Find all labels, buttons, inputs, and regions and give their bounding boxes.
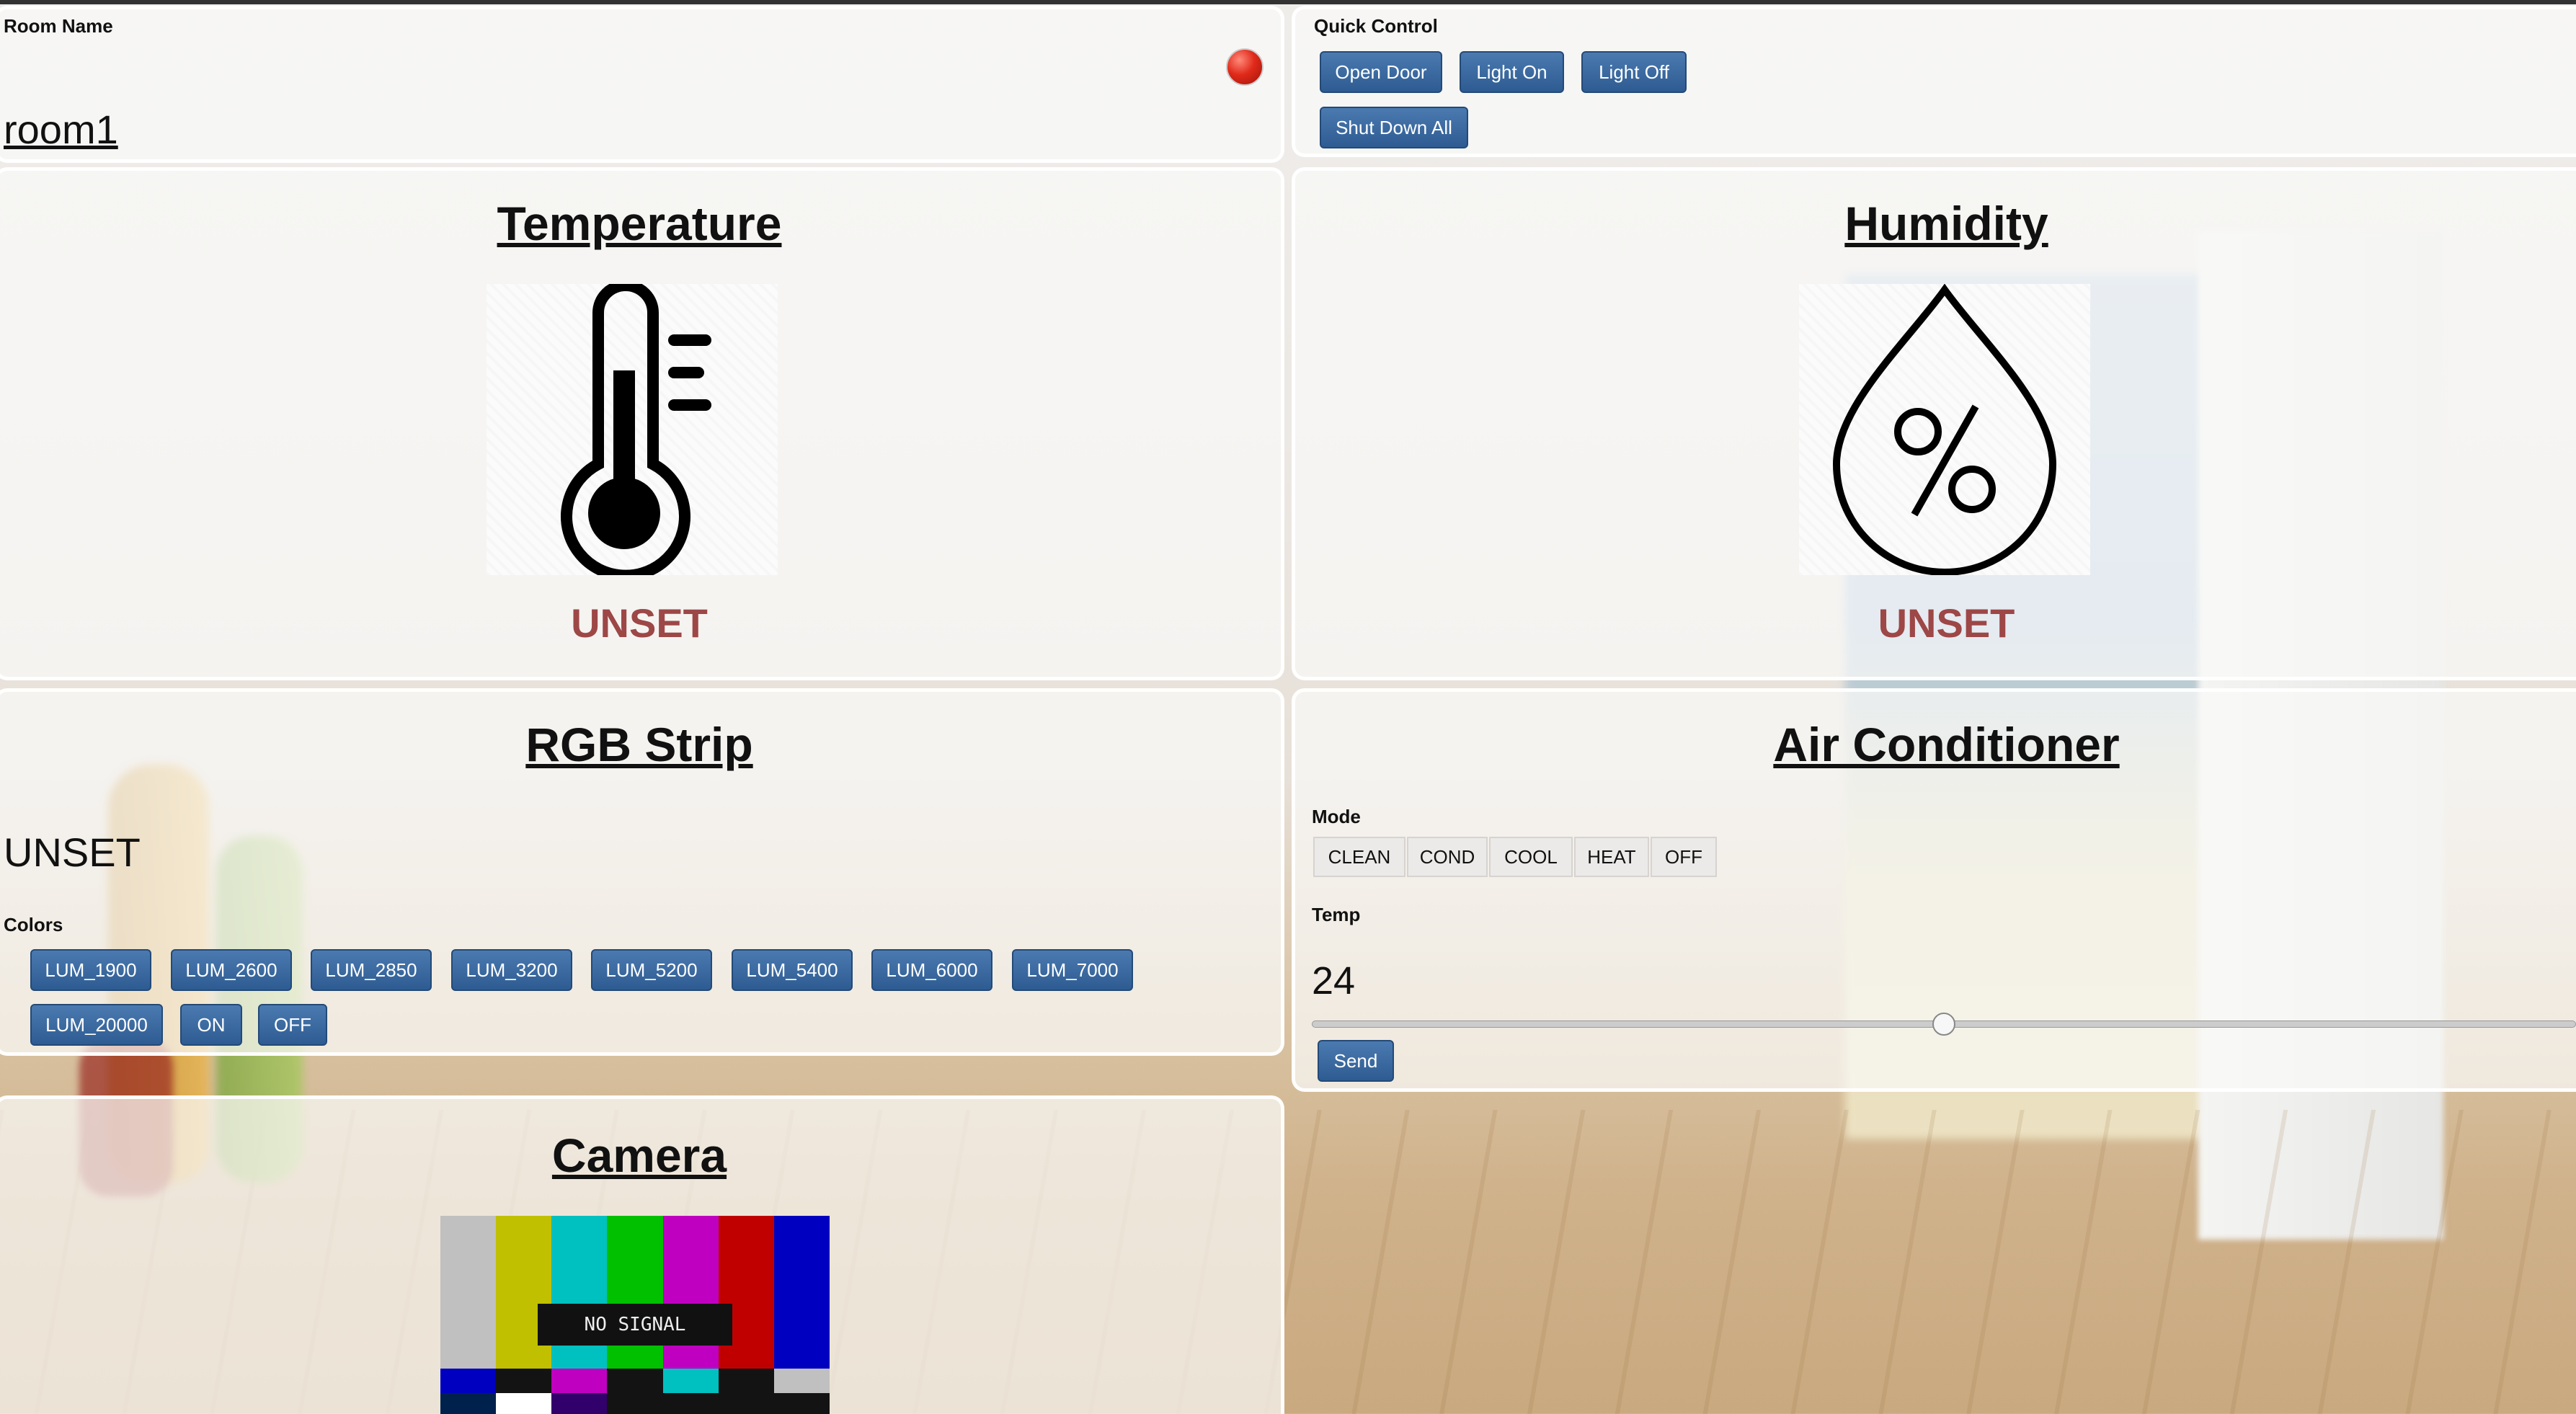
temperature-value: UNSET	[571, 600, 708, 646]
temp-value: 24	[1312, 959, 1356, 1002]
mode-label: Mode	[1312, 806, 1361, 827]
humidity-drop-icon	[1832, 283, 2057, 576]
lum-5400-button[interactable]: LUM_5400	[732, 949, 853, 991]
air-conditioner-panel: Air Conditioner	[1292, 688, 2576, 1092]
mode-cond-button[interactable]: COND	[1407, 837, 1488, 877]
room-name: room1	[4, 107, 118, 152]
rgb-off-button[interactable]: OFF	[258, 1004, 327, 1046]
no-signal-label: NO SIGNAL	[538, 1304, 732, 1346]
temperature-panel: Temperature UNSET	[0, 167, 1284, 680]
temp-label: Temp	[1312, 904, 1361, 925]
status-indicator-icon	[1226, 48, 1263, 86]
lum-1900-button[interactable]: LUM_1900	[30, 949, 151, 991]
rgb-strip-title: RGB Strip	[525, 718, 753, 771]
temp-slider-thumb[interactable]	[1932, 1013, 1955, 1036]
thermometer-icon	[561, 280, 711, 582]
humidity-icon-box	[1799, 283, 2090, 576]
send-button[interactable]: Send	[1318, 1040, 1394, 1082]
humidity-value: UNSET	[1878, 600, 2015, 646]
humidity-title: Humidity	[1844, 197, 2048, 250]
shut-down-all-button[interactable]: Shut Down All	[1320, 107, 1468, 148]
quick-control-panel: Quick Control Open Door Light On Light O…	[1292, 6, 2576, 157]
humidity-panel: Humidity UNSET	[1292, 167, 2576, 680]
lum-3200-button[interactable]: LUM_3200	[451, 949, 572, 991]
lum-5200-button[interactable]: LUM_5200	[591, 949, 712, 991]
mode-cool-button[interactable]: COOL	[1489, 837, 1573, 877]
mode-clean-button[interactable]: CLEAN	[1313, 837, 1405, 877]
open-door-button[interactable]: Open Door	[1320, 51, 1442, 93]
rgb-on-button[interactable]: ON	[180, 1004, 242, 1046]
mode-heat-button[interactable]: HEAT	[1574, 837, 1649, 877]
top-bar	[0, 0, 2576, 4]
lum-6000-button[interactable]: LUM_6000	[871, 949, 992, 991]
lum-2600-button[interactable]: LUM_2600	[171, 949, 292, 991]
air-conditioner-title: Air Conditioner	[1773, 718, 2120, 771]
mode-off-button[interactable]: OFF	[1651, 837, 1717, 877]
camera-title: Camera	[551, 1129, 727, 1182]
room-panel: Room Name room1	[0, 6, 1284, 163]
room-name-label: Room Name	[4, 15, 113, 37]
light-on-button[interactable]: Light On	[1460, 51, 1564, 93]
temp-slider[interactable]	[1312, 1013, 2576, 1036]
temperature-icon-box	[487, 280, 778, 582]
rgb-strip-value: UNSET	[4, 830, 141, 875]
camera-panel: Camera NO SIGNAL	[0, 1095, 1284, 1414]
temperature-title: Temperature	[497, 197, 782, 250]
rgb-strip-panel: RGB Strip UNSET Colors LUM_1900 LUM_2600…	[0, 688, 1284, 1056]
quick-control-label: Quick Control	[1314, 15, 1438, 37]
lum-7000-button[interactable]: LUM_7000	[1012, 949, 1133, 991]
lum-20000-button[interactable]: LUM_20000	[30, 1004, 163, 1046]
light-off-button[interactable]: Light Off	[1581, 51, 1687, 93]
camera-feed: NO SIGNAL	[440, 1216, 830, 1414]
lum-2850-button[interactable]: LUM_2850	[311, 949, 432, 991]
colors-label: Colors	[4, 914, 63, 935]
